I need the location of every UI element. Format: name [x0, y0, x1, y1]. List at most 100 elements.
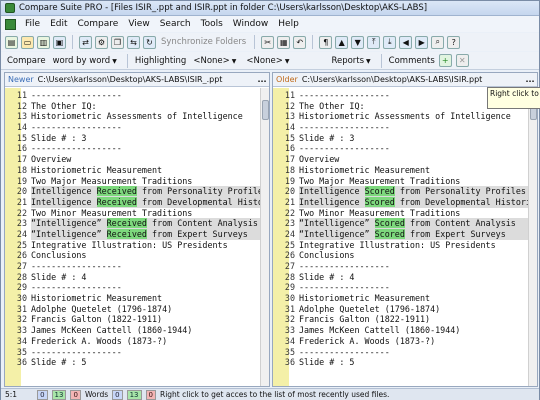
refresh-icon[interactable]: ↻	[143, 35, 156, 49]
text-line[interactable]: 22 Two Minor Measurement Traditions	[273, 208, 537, 219]
scrollbar-thumb[interactable]	[262, 100, 269, 120]
text-line[interactable]: 24 “Intelligence” Scored from Expert Surv…	[273, 228, 537, 240]
text-line[interactable]: 33 James McKeen Cattell (1860-1944)	[273, 325, 537, 336]
text-line[interactable]: 35 ------------------	[5, 347, 269, 358]
text-line[interactable]: 19 Two Major Measurement Traditions	[273, 176, 537, 187]
text-line[interactable]: 31 Adolphe Quetelet (1796-1874)	[273, 304, 537, 315]
text-line[interactable]: 28 Slide # : 4	[5, 272, 269, 283]
app-menu-icon[interactable]	[5, 18, 16, 30]
newer-browse-button[interactable]: ...	[255, 75, 269, 84]
synchronize-folders-button[interactable]: Synchronize Folders	[159, 37, 248, 47]
highlighting-dropdown-2[interactable]: <None> ▼	[243, 56, 292, 66]
text-line[interactable]: 13 Historiometric Assessments of Intellig…	[5, 111, 269, 122]
sync-icon[interactable]: ⇆	[127, 35, 140, 49]
text-line[interactable]: 15 Slide # : 3	[5, 133, 269, 144]
text-line[interactable]: 23 “Intelligence” Scored from Content Ana…	[273, 218, 537, 229]
swap-icon[interactable]: ⇄	[79, 35, 92, 49]
text-line[interactable]: 14 ------------------	[5, 122, 269, 133]
menu-edit[interactable]: Edit	[45, 19, 72, 29]
text-line[interactable]: 34 Frederick A. Woods (1873-?)	[5, 336, 269, 347]
text-line[interactable]: 21 Intelligence Scored from Developmental…	[273, 196, 537, 208]
text-line[interactable]: 34 Frederick A. Woods (1873-?)	[273, 336, 537, 347]
older-browse-button[interactable]: ...	[523, 75, 537, 84]
save-icon[interactable]: ▣	[53, 35, 66, 49]
menu-search[interactable]: Search	[155, 19, 196, 29]
text-line[interactable]: 31 Adolphe Quetelet (1796-1874)	[5, 304, 269, 315]
text-line[interactable]: 27 ------------------	[273, 261, 537, 272]
text-line[interactable]: 26 Conclusions	[273, 250, 537, 261]
text-line[interactable]: 14 ------------------	[273, 122, 537, 133]
text-line[interactable]: 29 ------------------	[5, 282, 269, 293]
text-line[interactable]: 22 Two Minor Measurement Traditions	[5, 208, 269, 219]
next-diff-icon[interactable]: ▼	[351, 35, 365, 49]
left-arrow-icon[interactable]: ◀	[399, 35, 413, 49]
text-line[interactable]: 20 Intelligence Scored from Personality P…	[273, 186, 537, 197]
text-line[interactable]: 36 Slide # : 5	[5, 357, 269, 368]
copy-icon[interactable]: ❐	[111, 35, 124, 49]
reports-dropdown[interactable]: Reports ▼	[328, 56, 373, 66]
compare-mode-dropdown[interactable]: word by word ▼	[50, 56, 120, 66]
text-line[interactable]: 11 ------------------	[5, 90, 269, 101]
add-comment-icon[interactable]: +	[438, 54, 452, 67]
compare-toolbar: Compare word by word ▼ Highlighting <None…	[1, 52, 539, 70]
menu-window[interactable]: Window	[228, 19, 274, 29]
text-line[interactable]: 36 Slide # : 5	[273, 357, 537, 368]
text-line[interactable]: 29 ------------------	[273, 282, 537, 293]
text-line[interactable]: 16 ------------------	[273, 143, 537, 154]
older-file-pane[interactable]: Older C:\Users\karlsson\Desktop\AKS-LABS…	[272, 72, 538, 387]
text-line[interactable]: 28 Slide # : 4	[273, 272, 537, 283]
prev-diff-icon[interactable]: ▲	[335, 35, 349, 49]
text-line[interactable]: 25 Integrative Illustration: US President…	[5, 240, 269, 251]
menu-view[interactable]: View	[123, 19, 154, 29]
text-line[interactable]: 27 ------------------	[5, 261, 269, 272]
text-line[interactable]: 32 Francis Galton (1822-1911)	[273, 314, 537, 325]
menu-help[interactable]: Help	[273, 19, 304, 29]
newer-text-view[interactable]: 11 ------------------ 12 The Other IQ: 13 His…	[5, 88, 269, 386]
text-line[interactable]: 26 Conclusions	[5, 250, 269, 261]
text-line[interactable]: 13 Historiometric Assessments of Intellig…	[273, 111, 537, 122]
last-diff-icon[interactable]: ⤓	[383, 35, 397, 49]
text-line[interactable]: 18 Historiometric Measurement	[5, 165, 269, 176]
line-text: Two Minor Measurement Traditions	[31, 207, 193, 218]
newer-scrollbar[interactable]	[260, 88, 269, 386]
text-line[interactable]: 17 Overview	[273, 154, 537, 165]
search-icon[interactable]: ⌕	[431, 35, 445, 49]
open-files-icon[interactable]: ▥	[37, 35, 50, 49]
highlighting-dropdown-1[interactable]: <None> ▼	[190, 56, 239, 66]
text-line[interactable]: 19 Two Major Measurement Traditions	[5, 176, 269, 187]
help-icon[interactable]: ?	[447, 35, 461, 49]
text-line[interactable]: 24 “Intelligence” Received from Expert Su…	[5, 228, 269, 240]
text-line[interactable]: 12 The Other IQ:	[5, 101, 269, 112]
paragraph-icon[interactable]: ¶	[319, 35, 333, 49]
older-text-view[interactable]: 11 ------------------ 12 The Other IQ: 13 His…	[273, 88, 537, 386]
line-text: Adolphe Quetelet (1796-1874)	[299, 303, 441, 314]
text-line[interactable]: 20 Intelligence Received from Personality…	[5, 186, 269, 197]
menu-file[interactable]: File	[20, 19, 45, 29]
undo-icon[interactable]: ↶	[293, 35, 307, 49]
text-line[interactable]: 16 ------------------	[5, 143, 269, 154]
delete-comment-icon[interactable]: ✕	[455, 54, 469, 67]
text-line[interactable]: 25 Integrative Illustration: US President…	[273, 240, 537, 251]
text-line[interactable]: 15 Slide # : 3	[273, 133, 537, 144]
text-line[interactable]: 23 “Intelligence” Received from Content A…	[5, 218, 269, 229]
paste-icon[interactable]: ▦	[277, 35, 291, 49]
changed-word-highlight: Received	[96, 186, 137, 197]
cut-icon[interactable]: ✂	[261, 35, 275, 49]
text-line[interactable]: 33 James McKeen Cattell (1860-1944)	[5, 325, 269, 336]
open-folder-icon[interactable]: ▭	[21, 35, 34, 49]
older-scrollbar[interactable]	[528, 88, 537, 386]
first-diff-icon[interactable]: ⤒	[367, 35, 381, 49]
text-line[interactable]: 32 Francis Galton (1822-1911)	[5, 314, 269, 325]
menu-tools[interactable]: Tools	[196, 19, 228, 29]
text-line[interactable]: 18 Historiometric Measurement	[273, 165, 537, 176]
newer-file-pane[interactable]: Newer C:\Users\karlsson\Desktop\AKS-LABS…	[4, 72, 270, 387]
new-compare-icon[interactable]: ▤	[5, 35, 18, 49]
settings-icon[interactable]: ⚙	[95, 35, 108, 49]
text-line[interactable]: 21 Intelligence Received from Development…	[5, 196, 269, 208]
text-line[interactable]: 35 ------------------	[273, 347, 537, 358]
text-line[interactable]: 17 Overview	[5, 154, 269, 165]
text-line[interactable]: 30 Historiometric Measurement	[273, 293, 537, 304]
menu-compare[interactable]: Compare	[73, 19, 124, 29]
right-arrow-icon[interactable]: ▶	[415, 35, 429, 49]
text-line[interactable]: 30 Historiometric Measurement	[5, 293, 269, 304]
